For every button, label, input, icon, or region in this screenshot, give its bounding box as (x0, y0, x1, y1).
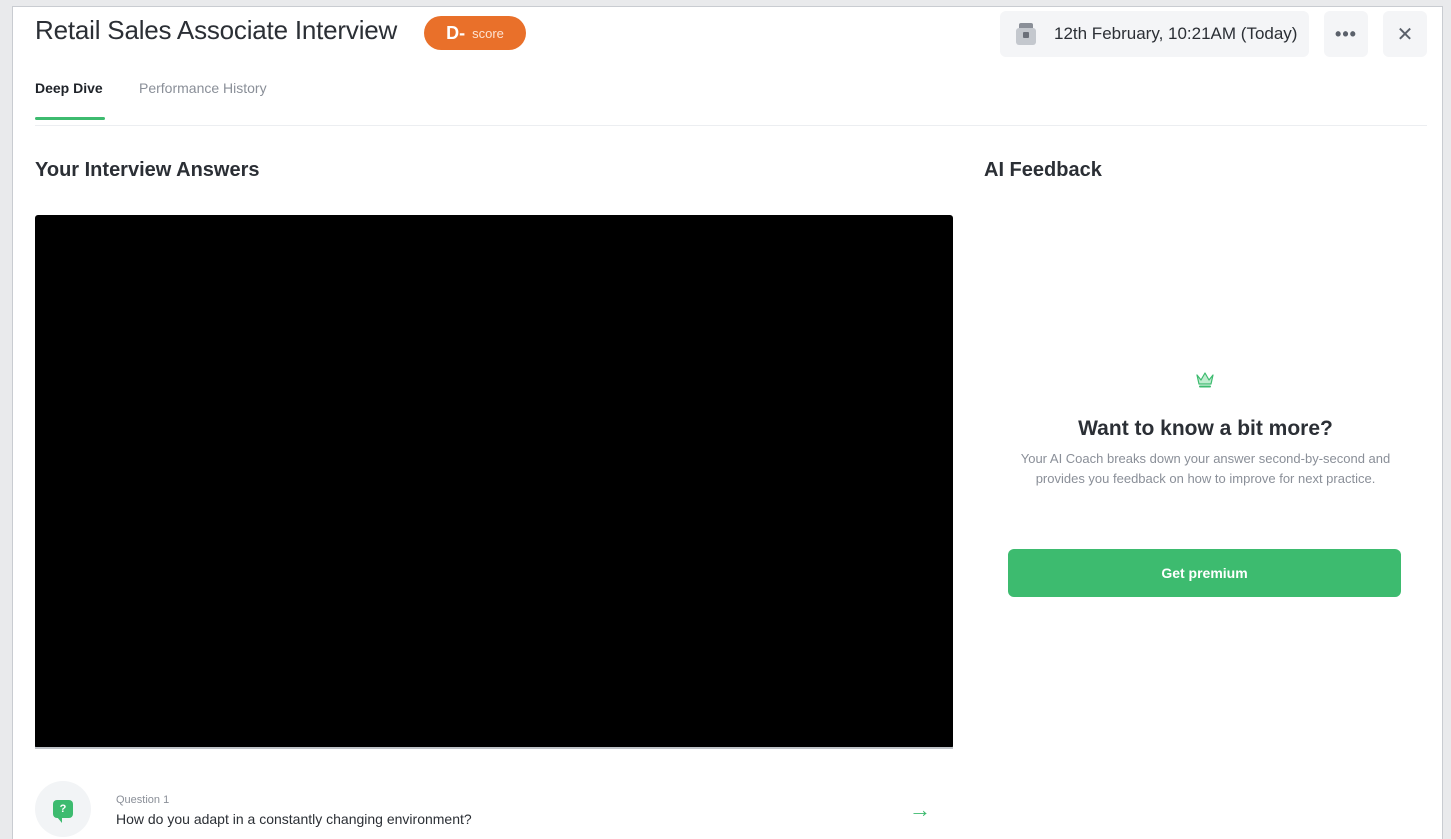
feedback-description: Your AI Coach breaks down your answer se… (1020, 451, 1391, 486)
score-grade: D- (446, 22, 466, 43)
get-premium-button[interactable]: Get premium (1008, 549, 1401, 597)
video-progress-track[interactable] (35, 747, 953, 749)
score-label: score (472, 25, 504, 41)
tab-bar: Deep Dive Performance History (35, 80, 267, 120)
calendar-icon (1016, 23, 1036, 45)
answers-section-title: Your Interview Answers (35, 159, 260, 181)
question-text: How do you adapt in a constantly changin… (116, 811, 472, 827)
page-title: Retail Sales Associate Interview (35, 15, 398, 45)
question-bubble-icon: ? (53, 800, 73, 823)
close-button[interactable]: ✕ (1383, 11, 1427, 57)
more-options-button[interactable]: ••• (1324, 11, 1368, 57)
date-text: 12th February, 10:21AM (Today) (1054, 24, 1298, 43)
question-number: Question 1 (116, 794, 170, 806)
tab-deep-dive[interactable]: Deep Dive (35, 80, 139, 120)
tab-divider (35, 125, 1427, 126)
crown-icon (1196, 372, 1214, 388)
more-horizontal-icon: ••• (1335, 23, 1357, 44)
score-badge: D- score (424, 16, 526, 50)
question-icon-wrapper: ? (35, 781, 91, 837)
arrow-right-icon[interactable]: → (909, 797, 931, 823)
close-icon: ✕ (1396, 23, 1414, 46)
feedback-section-title: AI Feedback (984, 159, 1102, 181)
date-display: 12th February, 10:21AM (Today) (1000, 11, 1309, 57)
feedback-heading: Want to know a bit more? (1078, 417, 1333, 440)
tab-performance-history[interactable]: Performance History (139, 80, 267, 120)
answer-video-player[interactable] (35, 215, 953, 749)
interview-report-panel: Retail Sales Associate Interview D- scor… (12, 6, 1443, 839)
